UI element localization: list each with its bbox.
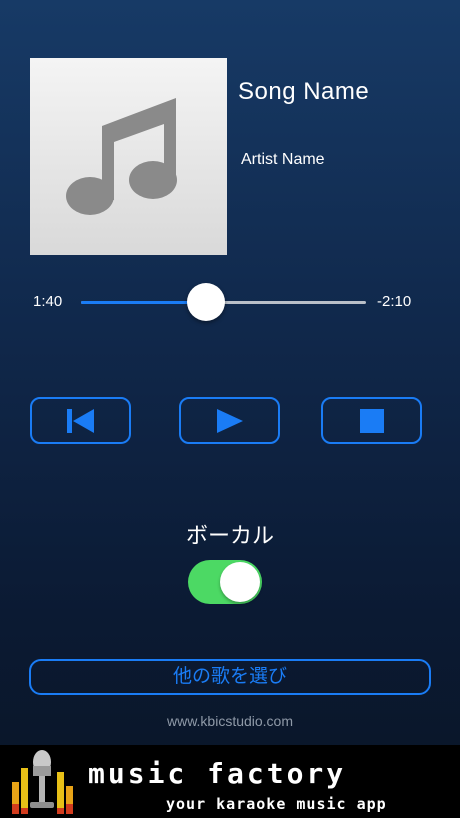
song-title: Song Name (238, 78, 370, 105)
previous-icon (66, 408, 94, 433)
banner-tagline: your karaoke music app (166, 795, 387, 813)
ad-banner[interactable]: music factory your karaoke music app (0, 745, 460, 818)
remaining-time: -2:10 (377, 293, 412, 310)
vocal-toggle[interactable] (188, 560, 262, 604)
stop-button[interactable] (321, 397, 422, 444)
choose-other-song-button[interactable]: 他の歌を選び (29, 659, 431, 695)
music-note-icon (66, 98, 177, 215)
progress-slider-thumb[interactable] (187, 283, 226, 321)
banner-brand: music factory (88, 757, 347, 790)
previous-button[interactable] (30, 397, 131, 444)
play-icon (216, 408, 243, 433)
vocal-toggle-knob (220, 562, 260, 602)
album-artwork (30, 58, 227, 255)
play-button[interactable] (179, 397, 280, 444)
vocal-label: ボーカル (185, 523, 274, 548)
website-link[interactable]: www.kbicstudio.com (0, 713, 460, 729)
microphone-equalizer-icon (12, 750, 73, 814)
elapsed-time: 1:40 (33, 293, 63, 310)
stop-icon (359, 408, 384, 433)
artist-name: Artist Name (241, 151, 325, 168)
